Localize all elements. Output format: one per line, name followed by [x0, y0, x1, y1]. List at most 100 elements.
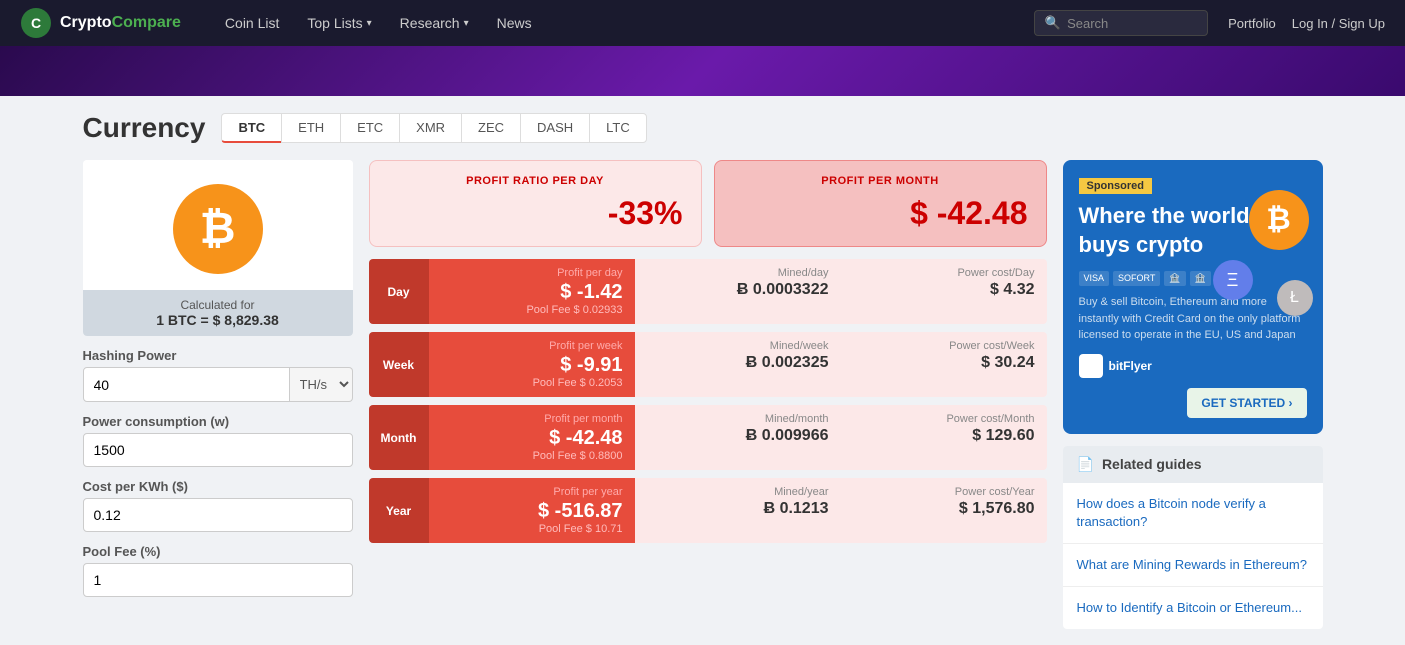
pool-fee-input[interactable] [83, 563, 353, 597]
stat-profit-label: Profit per day [441, 267, 623, 279]
tab-ltc[interactable]: LTC [589, 113, 647, 143]
center-panel: PROFIT RATIO PER DAY -33% PROFIT PER MON… [369, 160, 1047, 629]
stats-row-year: Year Profit per year $ -516.87 Pool Fee … [369, 478, 1047, 543]
page-title: Currency [83, 112, 206, 144]
stats-row-week: Week Profit per week $ -9.91 Pool Fee $ … [369, 332, 1047, 397]
tab-etc[interactable]: ETC [340, 113, 399, 143]
stat-profit-label: Profit per month [441, 413, 623, 425]
tab-eth[interactable]: ETH [281, 113, 340, 143]
navbar: C Crypto Compare Coin List Top Lists ▾ R… [0, 0, 1405, 46]
stat-power-day: Power cost/Day $ 4.32 [841, 259, 1047, 324]
stat-period-week: Week [369, 332, 429, 397]
search-input[interactable] [1067, 16, 1197, 31]
stat-power-label: Power cost/Year [853, 486, 1035, 498]
stat-mined-label: Mined/day [647, 267, 829, 279]
guide-link-3[interactable]: How to Identify a Bitcoin or Ethereum... [1063, 587, 1323, 629]
stat-profit-week: Profit per week $ -9.91 Pool Fee $ 0.205… [429, 332, 635, 397]
ad-eth-icon: Ξ [1213, 260, 1253, 300]
stat-profit-value: $ -42.48 [441, 427, 623, 450]
profit-ratio-label: PROFIT RATIO PER DAY [388, 175, 683, 187]
calc-for-value: 1 BTC = $ 8,829.38 [91, 312, 345, 328]
tab-zec[interactable]: ZEC [461, 113, 520, 143]
left-panel: ₿ Calculated for 1 BTC = $ 8,829.38 Hash… [83, 160, 353, 629]
svg-text:C: C [31, 15, 41, 31]
nav-right: Portfolio Log In / Sign Up [1228, 16, 1385, 31]
stats-row-day: Day Profit per day $ -1.42 Pool Fee $ 0.… [369, 259, 1047, 324]
stat-mined-value: Ƀ 0.009966 [647, 427, 829, 445]
right-panel: Sponsored Where the world buys crypto ₿ … [1063, 160, 1323, 629]
stat-power-year: Power cost/Year $ 1,576.80 [841, 478, 1047, 543]
stat-mined-label: Mined/week [647, 340, 829, 352]
hashing-power-row: TH/s GH/s [83, 367, 353, 402]
logo-text-compare: Compare [112, 14, 181, 32]
profit-month-box: PROFIT PER MONTH $ -42.48 [714, 160, 1047, 247]
logo-icon: C [20, 7, 52, 39]
profit-ratio-value: -33% [388, 195, 683, 232]
stat-period-month: Month [369, 405, 429, 470]
related-guides-box: 📄 Related guides How does a Bitcoin node… [1063, 446, 1323, 630]
stat-profit-day: Profit per day $ -1.42 Pool Fee $ 0.0293… [429, 259, 635, 324]
nav-research[interactable]: Research ▾ [386, 0, 483, 46]
guide-link-1[interactable]: How does a Bitcoin node verify a transac… [1063, 483, 1323, 544]
stat-profit-month: Profit per month $ -42.48 Pool Fee $ 0.8… [429, 405, 635, 470]
stat-profit-fee: Pool Fee $ 10.71 [441, 523, 623, 535]
logo-text-crypto: Crypto [60, 14, 112, 32]
ad-body-text: Buy & sell Bitcoin, Ethereum and more in… [1079, 294, 1307, 344]
bank1-icon: 🏦 [1164, 271, 1185, 286]
power-consumption-input[interactable] [83, 433, 353, 467]
ad-cta-button[interactable]: GET STARTED › [1187, 388, 1306, 418]
profit-month-value: $ -42.48 [733, 195, 1028, 232]
nav-coin-list[interactable]: Coin List [211, 0, 293, 46]
nav-news[interactable]: News [483, 0, 546, 46]
visa-icon: VISA [1079, 271, 1110, 286]
hashing-power-unit-select[interactable]: TH/s GH/s [290, 367, 353, 402]
related-guides-title: Related guides [1102, 456, 1202, 472]
stat-profit-fee: Pool Fee $ 0.02933 [441, 304, 623, 316]
stat-power-label: Power cost/Day [853, 267, 1035, 279]
hashing-power-label: Hashing Power [83, 348, 353, 363]
nav-logo[interactable]: C Crypto Compare [20, 7, 181, 39]
portfolio-link[interactable]: Portfolio [1228, 16, 1276, 31]
power-consumption-group: Power consumption (w) [83, 414, 353, 467]
bank2-icon: 🏦 [1190, 271, 1211, 286]
stat-mined-year: Mined/year Ƀ 0.1213 [635, 478, 841, 543]
tab-dash[interactable]: DASH [520, 113, 589, 143]
stat-profit-year: Profit per year $ -516.87 Pool Fee $ 10.… [429, 478, 635, 543]
chevron-down-icon: ▾ [367, 18, 372, 29]
stat-profit-fee: Pool Fee $ 0.2053 [441, 377, 623, 389]
cost-kwh-group: Cost per KWh ($) [83, 479, 353, 532]
stat-profit-value: $ -9.91 [441, 354, 623, 377]
ad-sponsored-label: Sponsored [1079, 178, 1152, 194]
hashing-power-input[interactable] [83, 367, 290, 402]
ad-payment-icons: VISA SOFORT 🏦 🏦 [1079, 271, 1307, 286]
currency-tabs: BTC ETH ETC XMR ZEC DASH LTC [221, 113, 646, 143]
power-consumption-label: Power consumption (w) [83, 414, 353, 429]
cost-kwh-input[interactable] [83, 498, 353, 532]
stats-container: Day Profit per day $ -1.42 Pool Fee $ 0.… [369, 259, 1047, 543]
search-icon: 🔍 [1045, 15, 1061, 31]
stat-profit-label: Profit per week [441, 340, 623, 352]
coin-card: ₿ Calculated for 1 BTC = $ 8,829.38 [83, 160, 353, 336]
pool-fee-group: Pool Fee (%) [83, 544, 353, 597]
stat-mined-month: Mined/month Ƀ 0.009966 [635, 405, 841, 470]
stat-mined-value: Ƀ 0.0003322 [647, 281, 829, 299]
pool-fee-label: Pool Fee (%) [83, 544, 353, 559]
stat-profit-value: $ -1.42 [441, 281, 623, 304]
tab-xmr[interactable]: XMR [399, 113, 461, 143]
currency-header: Currency BTC ETH ETC XMR ZEC DASH LTC [83, 112, 1323, 144]
nav-top-lists[interactable]: Top Lists ▾ [293, 0, 385, 46]
chevron-down-icon: ▾ [464, 18, 469, 29]
guide-link-2[interactable]: What are Mining Rewards in Ethereum? [1063, 544, 1323, 587]
ad-box: Sponsored Where the world buys crypto ₿ … [1063, 160, 1323, 434]
cost-kwh-label: Cost per KWh ($) [83, 479, 353, 494]
coin-icon-wrap: ₿ [83, 160, 353, 290]
login-link[interactable]: Log In / Sign Up [1292, 16, 1385, 31]
stat-power-value: $ 4.32 [853, 281, 1035, 299]
ad-brand-logo [1079, 354, 1103, 378]
profit-month-label: PROFIT PER MONTH [733, 175, 1028, 187]
stat-mined-value: Ƀ 0.1213 [647, 500, 829, 518]
ad-brand-name: bitFlyer [1109, 359, 1152, 373]
calc-for: Calculated for 1 BTC = $ 8,829.38 [83, 290, 353, 336]
tab-btc[interactable]: BTC [221, 113, 281, 143]
ad-ltc-icon: Ł [1277, 280, 1313, 316]
